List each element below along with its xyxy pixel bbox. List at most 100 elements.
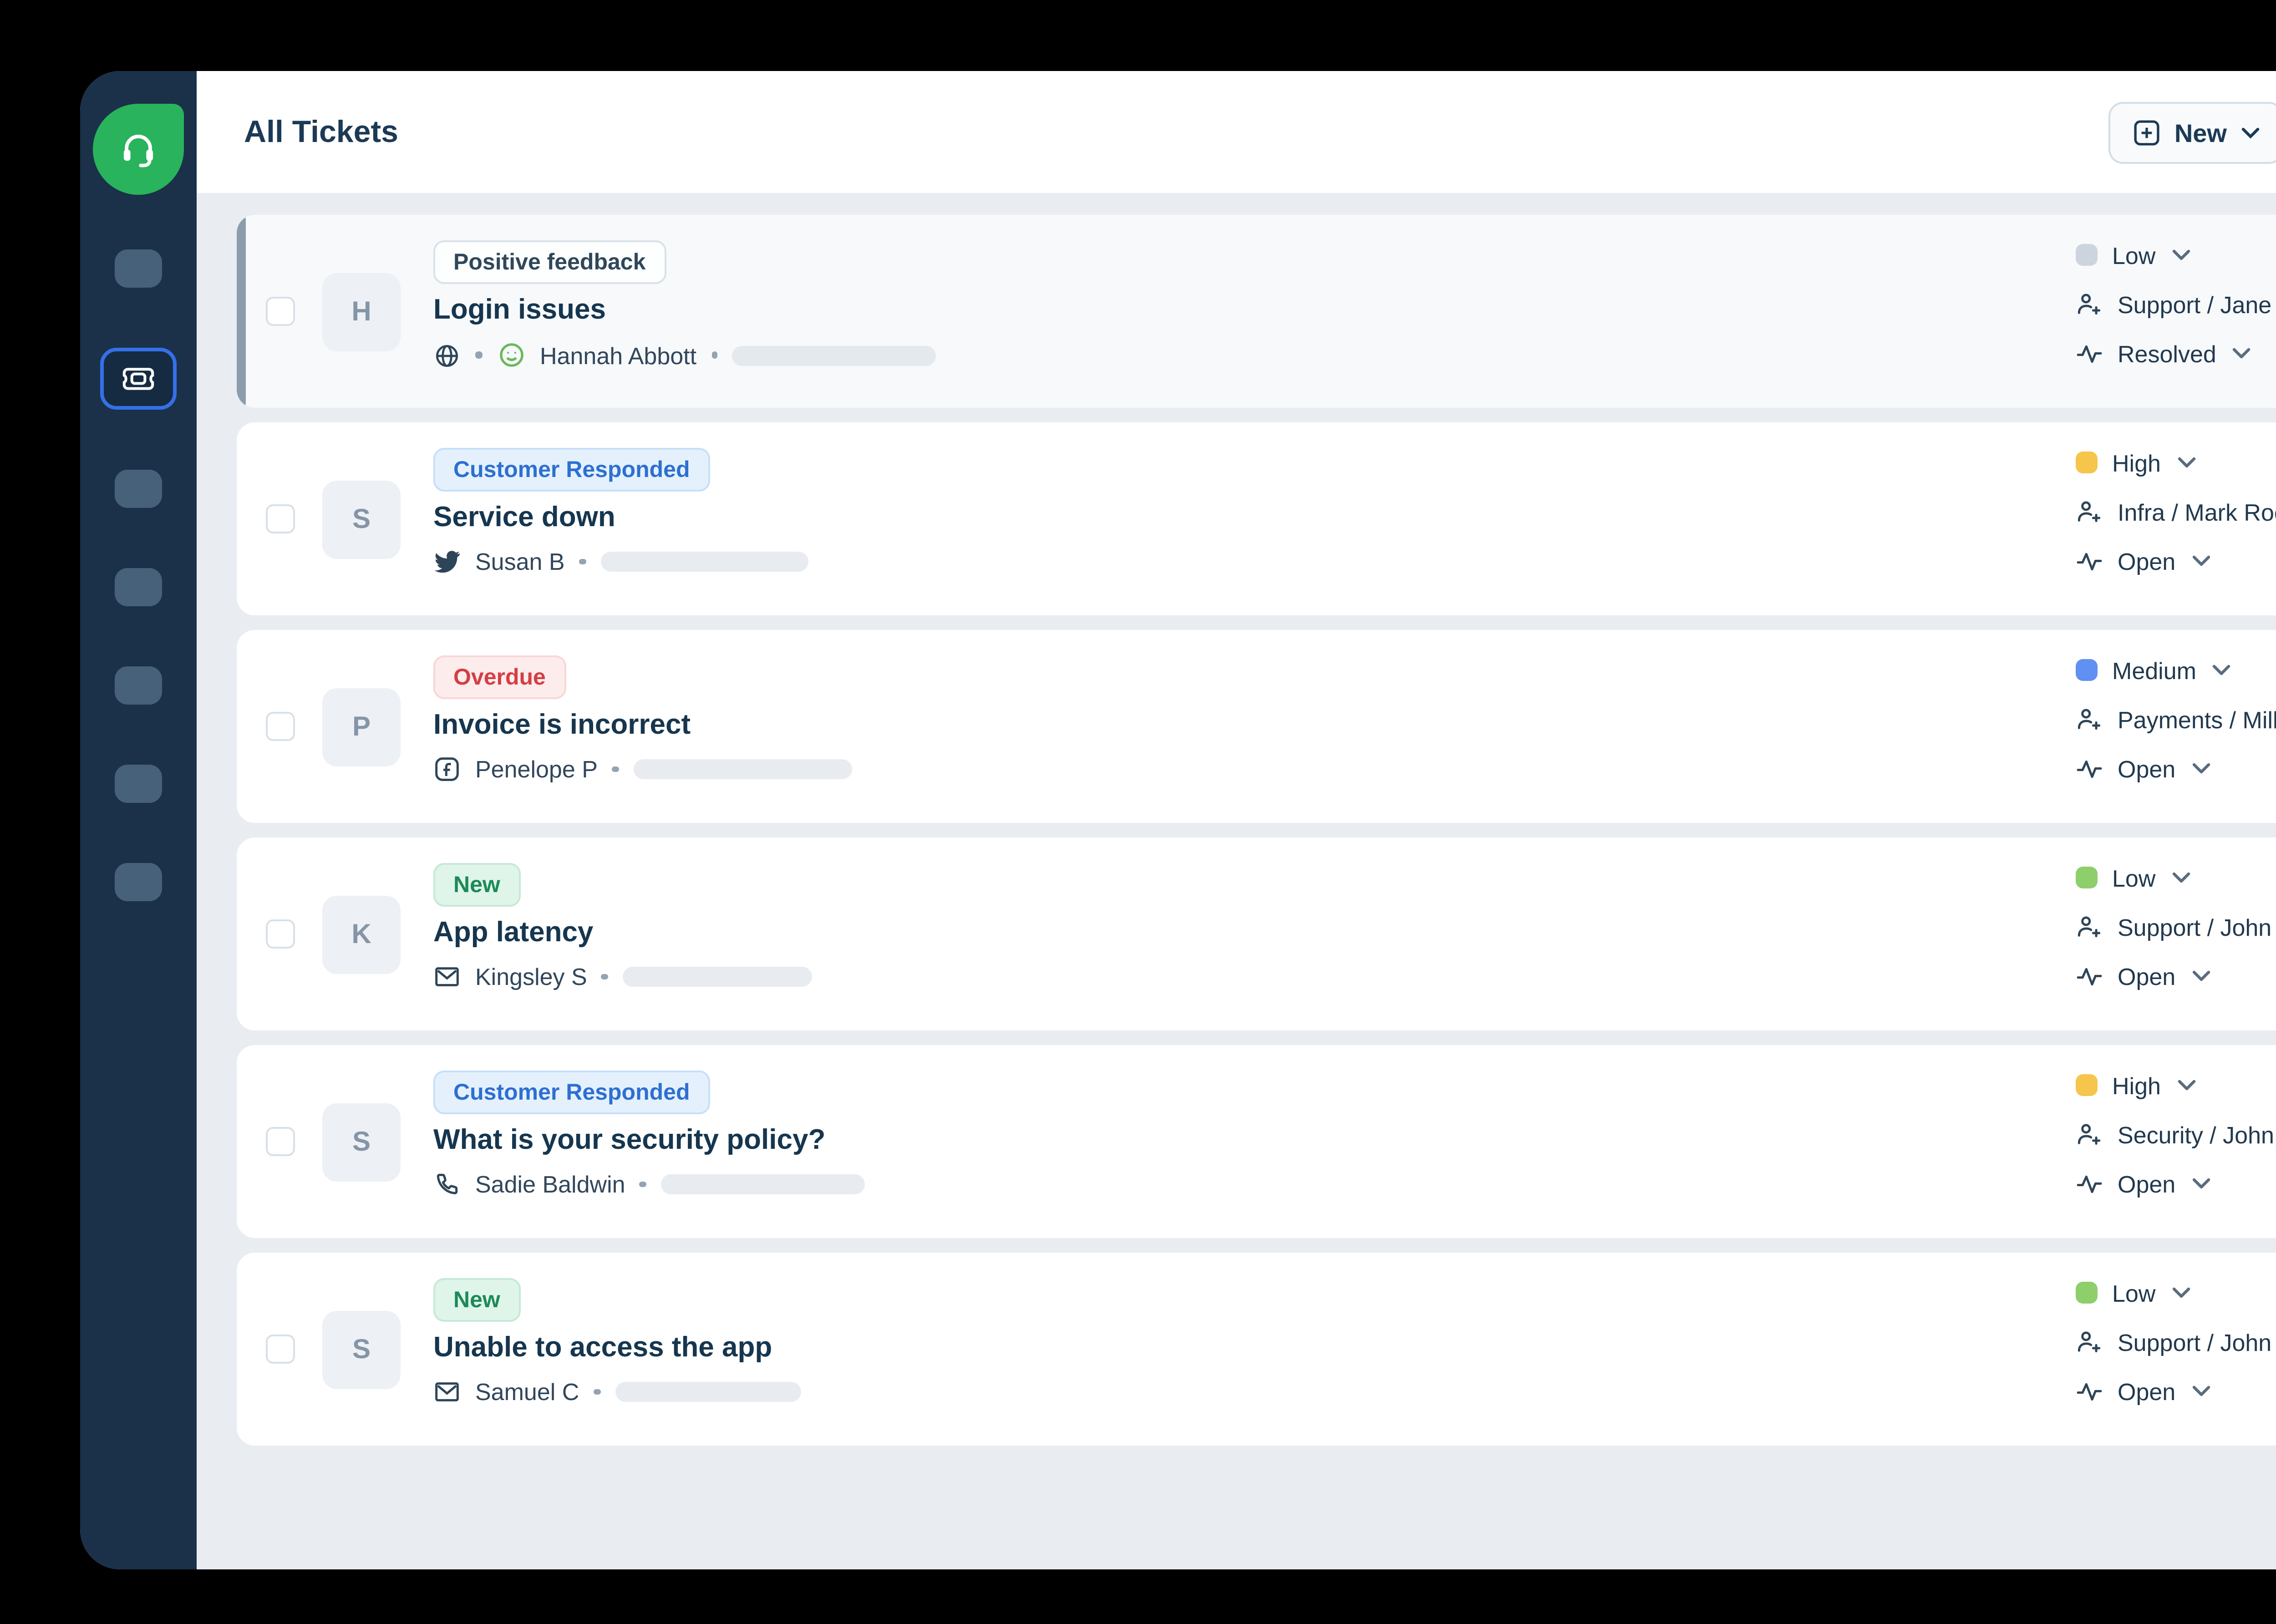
- sidebar-item-placeholder[interactable]: [115, 470, 162, 508]
- assign-agent-icon: [2078, 1330, 2101, 1352]
- channel-icons: [433, 756, 461, 783]
- status-select[interactable]: Open: [2076, 752, 2276, 785]
- chevron-down-icon: [2192, 1178, 2210, 1189]
- sidebar-item-placeholder[interactable]: [115, 765, 162, 803]
- ticket-row[interactable]: S Customer Responded Service down Susan …: [237, 422, 2276, 615]
- ticket-row[interactable]: S Customer Responded What is your securi…: [237, 1045, 2276, 1238]
- status-select[interactable]: Open: [2076, 959, 2276, 992]
- assignment-select[interactable]: Security / John Doe: [2076, 1118, 2276, 1151]
- status-pulse-icon: [2077, 344, 2102, 362]
- ticket-row[interactable]: K New App latency Kingsley S Low Support…: [237, 837, 2276, 1030]
- status-label: Open: [2118, 962, 2176, 990]
- contact-name: Hannah Abbott: [540, 341, 697, 369]
- chevron-down-icon: [2192, 970, 2210, 981]
- ticket-title[interactable]: Unable to access the app: [433, 1333, 800, 1365]
- chevron-down-icon: [2177, 457, 2195, 468]
- priority-select[interactable]: Low: [2076, 239, 2276, 271]
- ticket-title[interactable]: What is your security policy?: [433, 1125, 865, 1158]
- priority-color-square: [2076, 1282, 2098, 1304]
- priority-select[interactable]: High: [2076, 1069, 2276, 1101]
- new-ticket-button[interactable]: New: [2108, 101, 2276, 163]
- ticket-main: Customer Responded Service down Susan B: [433, 422, 808, 615]
- meta-skeleton: [622, 967, 812, 987]
- ticket-meta: Hannah Abbott: [433, 340, 936, 370]
- status-icon-slot: [2076, 547, 2103, 574]
- app-window: All Tickets New H Positive feedback Logi…: [80, 71, 2276, 1569]
- row-checkbox[interactable]: [266, 1127, 295, 1156]
- ticket-meta: Samuel C: [433, 1378, 801, 1406]
- meta-separator-dot: [640, 1181, 646, 1188]
- priority-color-square: [2076, 1074, 2098, 1096]
- priority-select[interactable]: Medium: [2076, 654, 2276, 686]
- ticket-row[interactable]: P Overdue Invoice is incorrect Penelope …: [237, 630, 2276, 823]
- app-logo[interactable]: [93, 104, 184, 195]
- ticket-properties: Low Support / John Doe Open: [2076, 1276, 2276, 1407]
- chevron-down-icon: [2192, 1385, 2210, 1396]
- chevron-down-icon: [2233, 348, 2251, 359]
- meta-skeleton: [732, 345, 936, 365]
- sidebar-item-placeholder[interactable]: [115, 249, 162, 288]
- ticket-main: New App latency Kingsley S: [433, 837, 812, 1030]
- requester-avatar: P: [322, 687, 401, 766]
- ticket-main: New Unable to access the app Samuel C: [433, 1253, 801, 1446]
- meta-skeleton: [615, 1382, 801, 1402]
- ticket-row[interactable]: H Positive feedback Login issues Hannah …: [237, 215, 2276, 408]
- row-checkbox[interactable]: [266, 297, 295, 326]
- ticket-title[interactable]: Login issues: [433, 295, 936, 328]
- priority-label: Low: [2112, 241, 2156, 269]
- sidebar-item-placeholder[interactable]: [115, 568, 162, 606]
- ticket-title[interactable]: Service down: [433, 502, 808, 535]
- meta-skeleton: [660, 1174, 865, 1194]
- ticket-meta: Susan B: [433, 548, 808, 575]
- status-icon-slot: [2076, 962, 2103, 990]
- contact-name: Samuel C: [475, 1378, 579, 1406]
- row-checkbox[interactable]: [266, 919, 295, 949]
- plus-square-icon: [2134, 119, 2160, 145]
- status-pulse-icon: [2077, 552, 2102, 570]
- chevron-down-icon: [2241, 127, 2260, 137]
- status-select[interactable]: Open: [2076, 1375, 2276, 1407]
- sidebar-item-placeholder[interactable]: [115, 863, 162, 901]
- chevron-down-icon: [2177, 1080, 2195, 1091]
- assign-icon-slot: [2076, 705, 2103, 733]
- status-select[interactable]: Resolved: [2076, 337, 2276, 370]
- meta-skeleton: [633, 759, 852, 779]
- status-icon-slot: [2076, 1170, 2103, 1197]
- sidebar-item-tickets[interactable]: [100, 348, 177, 410]
- status-label: Open: [2118, 755, 2176, 782]
- assign-agent-icon: [2078, 293, 2101, 314]
- assignment-select[interactable]: Infra / Mark Roe: [2076, 495, 2276, 528]
- row-checkbox[interactable]: [266, 712, 295, 741]
- priority-label: High: [2112, 449, 2161, 476]
- phone-icon: [437, 1173, 458, 1194]
- assignment-select[interactable]: Support / John Doe: [2076, 910, 2276, 943]
- row-checkbox[interactable]: [266, 1335, 295, 1364]
- ticket-title[interactable]: App latency: [433, 918, 812, 950]
- ticket-properties: Low Support / John Doe Open: [2076, 861, 2276, 992]
- assignment-select[interactable]: Support / John Doe: [2076, 1325, 2276, 1358]
- sidebar-item-placeholder[interactable]: [115, 666, 162, 705]
- assign-agent-icon: [2078, 500, 2101, 522]
- status-select[interactable]: Open: [2076, 1167, 2276, 1200]
- priority-select[interactable]: Low: [2076, 1276, 2276, 1309]
- assignment-label: Infra / Mark Roe: [2118, 498, 2276, 525]
- ticket-row[interactable]: S New Unable to access the app Samuel C …: [237, 1253, 2276, 1446]
- sidebar-items: [100, 249, 177, 901]
- smiley-icon: [499, 343, 523, 367]
- meta-separator-dot: [579, 558, 586, 565]
- priority-select[interactable]: Low: [2076, 861, 2276, 894]
- meta-separator-dot: [711, 352, 718, 358]
- header-actions: New: [2108, 101, 2276, 163]
- assignment-select[interactable]: Payments / Millie Brown: [2076, 703, 2276, 736]
- assignment-select[interactable]: Support / Jane D: [2076, 288, 2276, 320]
- ticket-title[interactable]: Invoice is incorrect: [433, 710, 852, 743]
- page-title: All Tickets: [244, 114, 398, 148]
- status-select[interactable]: Open: [2076, 544, 2276, 577]
- row-checkbox[interactable]: [266, 504, 295, 533]
- assign-icon-slot: [2076, 498, 2103, 525]
- status-icon-slot: [2076, 340, 2103, 367]
- priority-select[interactable]: High: [2076, 446, 2276, 479]
- channel-icons: [433, 963, 461, 990]
- assignment-label: Support / Jane D: [2118, 290, 2276, 318]
- status-pulse-icon: [2077, 759, 2102, 777]
